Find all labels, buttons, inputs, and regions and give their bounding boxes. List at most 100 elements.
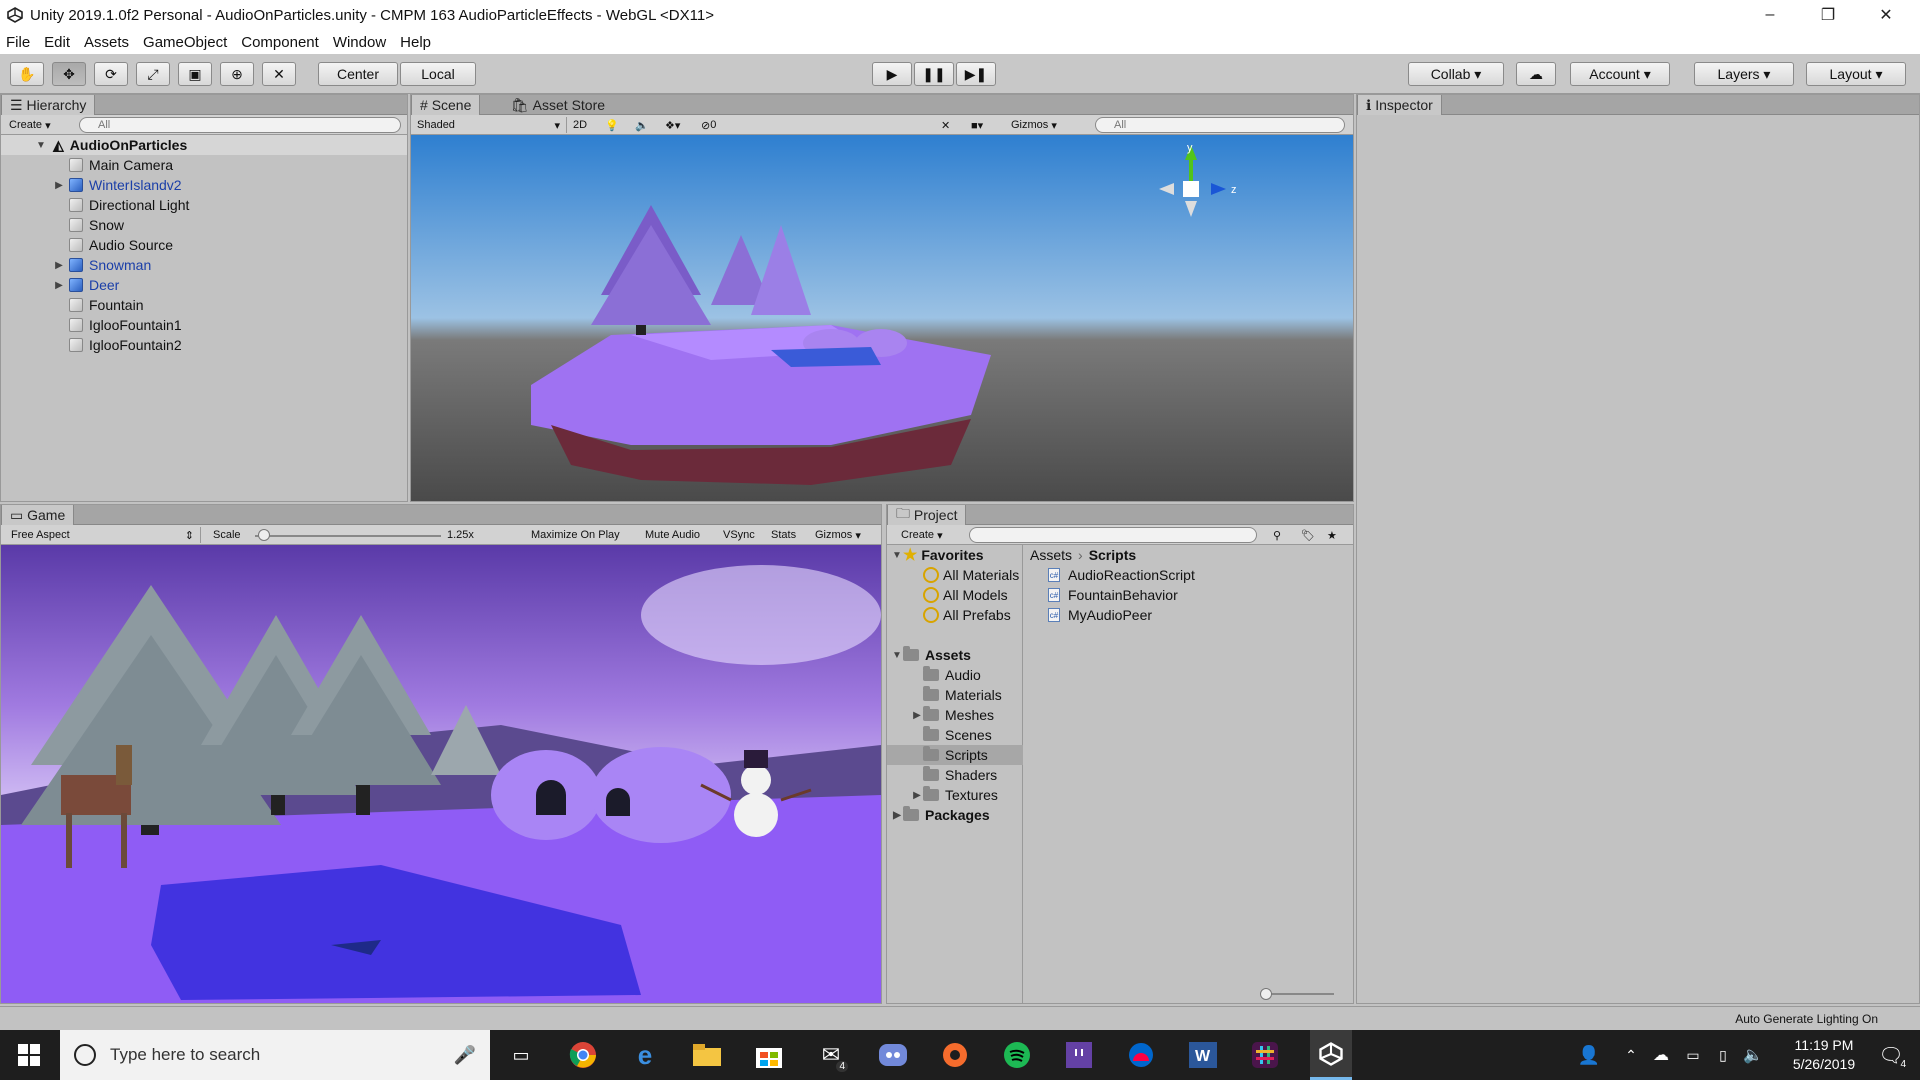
tray-chevron-icon[interactable]: ⌃ (1614, 1038, 1648, 1072)
menu-window[interactable]: Window (333, 34, 386, 51)
hierarchy-item[interactable]: IglooFountain1 (1, 315, 407, 335)
stats-toggle[interactable]: Stats (771, 527, 796, 543)
hidden-objects-icon[interactable]: ⊘ 0 (701, 117, 716, 133)
file-explorer-icon[interactable] (690, 1038, 724, 1072)
cloud-button[interactable]: ☁ (1516, 62, 1556, 86)
onedrive-icon[interactable]: ☁ (1644, 1038, 1678, 1072)
volume-icon[interactable]: 🔈 (1736, 1038, 1770, 1072)
microphone-icon[interactable]: 🎤 (454, 1045, 476, 1066)
network-icon[interactable]: ▯ (1706, 1038, 1740, 1072)
hierarchy-search-input[interactable]: All (79, 117, 401, 133)
toggle-2d-button[interactable]: 2D (573, 117, 597, 133)
favorite-item[interactable]: All Models (923, 585, 1008, 605)
effects-toggle-icon[interactable]: ❖▾ (665, 117, 680, 133)
hierarchy-item[interactable]: ▶ Snowman (1, 255, 407, 275)
people-icon[interactable]: 👤 (1572, 1038, 1606, 1072)
folder-item[interactable]: Shaders (887, 765, 1023, 785)
task-view-icon[interactable]: ▭ (504, 1038, 538, 1072)
hierarchy-item[interactable]: ▶ WinterIslandv2 (1, 175, 407, 195)
script-file-item[interactable]: c# FountainBehavior (1048, 585, 1178, 605)
expand-arrow-icon[interactable]: ▶ (53, 260, 65, 271)
menu-gameobject[interactable]: GameObject (143, 34, 227, 51)
scale-slider[interactable] (255, 527, 441, 543)
word-icon[interactable]: W (1186, 1038, 1220, 1072)
hierarchy-create-button[interactable]: Create ▾ (9, 117, 51, 133)
folder-item[interactable]: Scripts (887, 745, 1023, 765)
scene-viewport[interactable]: y z (411, 135, 1353, 501)
mail-icon[interactable]: ✉ 4 (814, 1038, 848, 1072)
discord-icon[interactable] (876, 1038, 910, 1072)
maximize-button[interactable]: ❐ (1800, 0, 1856, 30)
hierarchy-item[interactable]: ▶ Deer (1, 275, 407, 295)
script-file-item[interactable]: c# MyAudioPeer (1048, 605, 1152, 625)
favorites-arrow-icon[interactable]: ▼ (891, 550, 903, 561)
scene-search-input[interactable]: All (1095, 117, 1345, 133)
layers-dropdown[interactable]: Layers ▾ (1694, 62, 1794, 86)
folder-item[interactable]: Materials (887, 685, 1023, 705)
menu-file[interactable]: File (6, 34, 30, 51)
custom-tool-icon[interactable]: ✕ (262, 62, 296, 86)
aspect-dropdown[interactable]: Free Aspect ⇕ (11, 527, 201, 543)
rect-tool-icon[interactable]: ▣ (178, 62, 212, 86)
tab-project[interactable]: 🗀 Project (887, 505, 967, 525)
tab-scene[interactable]: # Scene (411, 95, 481, 115)
close-button[interactable]: ✕ (1858, 0, 1914, 30)
taskbar-search-box[interactable]: Type here to search 🎤 (60, 1030, 490, 1080)
battery-icon[interactable]: ▭ (1676, 1038, 1710, 1072)
edge-icon[interactable]: e (628, 1038, 662, 1072)
camera-icon[interactable]: ■▾ (971, 117, 983, 133)
shading-mode-dropdown[interactable]: Shaded ▾ (417, 117, 567, 133)
expand-arrow-icon[interactable]: ▶ (53, 180, 65, 191)
lighting-toggle-icon[interactable]: 💡 (605, 117, 619, 133)
play-button[interactable]: ▶ (872, 62, 912, 86)
tab-inspector[interactable]: ℹ Inspector (1357, 95, 1442, 115)
chrome-icon[interactable] (566, 1038, 600, 1072)
game-viewport[interactable] (1, 545, 881, 1003)
slack-icon[interactable] (1248, 1038, 1282, 1072)
tab-hierarchy[interactable]: ☰ Hierarchy (1, 95, 96, 115)
expand-arrow-icon[interactable]: ▶ (53, 280, 65, 291)
folder-item[interactable]: Scenes (887, 725, 1023, 745)
filter-type-icon[interactable]: ⚲ (1273, 527, 1281, 543)
maximize-on-play-toggle[interactable]: Maximize On Play (531, 527, 620, 543)
mute-audio-toggle[interactable]: Mute Audio (645, 527, 700, 543)
minimize-button[interactable]: – (1742, 0, 1798, 30)
assets-arrow-icon[interactable]: ▼ (891, 650, 903, 661)
rotate-tool-icon[interactable]: ⟳ (94, 62, 128, 86)
menu-assets[interactable]: Assets (84, 34, 129, 51)
collab-dropdown[interactable]: Collab ▾ (1408, 62, 1504, 86)
tab-asset-store[interactable]: 🛍 Asset Store (503, 95, 613, 115)
hierarchy-item[interactable]: Main Camera (1, 155, 407, 175)
spotify-icon[interactable] (1000, 1038, 1034, 1072)
blizzard-icon[interactable] (1124, 1038, 1158, 1072)
game-gizmos-dropdown[interactable]: Gizmos ▾ (815, 527, 861, 543)
windows-start-icon[interactable] (12, 1038, 46, 1072)
assets-root-row[interactable]: ▼ Assets (891, 645, 971, 665)
twitch-icon[interactable] (1062, 1038, 1096, 1072)
origin-icon[interactable] (938, 1038, 972, 1072)
pivot-center-button[interactable]: Center (318, 62, 398, 86)
packages-row[interactable]: ▶ Packages (891, 805, 990, 825)
transform-tool-icon[interactable]: ⊕ (220, 62, 254, 86)
project-search-input[interactable] (969, 527, 1257, 543)
favorite-star-icon[interactable]: ★ (1327, 527, 1337, 543)
step-button[interactable]: ▶❚ (956, 62, 996, 86)
hierarchy-item[interactable]: Snow (1, 215, 407, 235)
taskbar-clock[interactable]: 11:19 PM 5/26/2019 (1776, 1036, 1872, 1074)
menu-component[interactable]: Component (241, 34, 319, 51)
unity-taskbar-icon[interactable] (1310, 1030, 1352, 1080)
folder-item[interactable]: ▶ Textures (887, 785, 1023, 805)
scene-root-row[interactable]: ▼ ◭ AudioOnParticles (1, 135, 407, 155)
account-dropdown[interactable]: Account ▾ (1570, 62, 1670, 86)
gizmos-dropdown[interactable]: Gizmos ▾ (1011, 117, 1057, 133)
tab-game[interactable]: ▭ Game (1, 505, 75, 525)
menu-help[interactable]: Help (400, 34, 431, 51)
expand-arrow-icon[interactable]: ▶ (911, 790, 923, 801)
layout-dropdown[interactable]: Layout ▾ (1806, 62, 1906, 86)
expand-arrow-icon[interactable]: ▶ (911, 710, 923, 721)
breadcrumb-scripts[interactable]: Scripts (1089, 547, 1136, 563)
scale-tool-icon[interactable]: ⤢ (136, 62, 170, 86)
breadcrumb-assets[interactable]: Assets (1030, 547, 1072, 563)
packages-arrow-icon[interactable]: ▶ (891, 810, 903, 821)
store-icon[interactable] (752, 1038, 786, 1072)
